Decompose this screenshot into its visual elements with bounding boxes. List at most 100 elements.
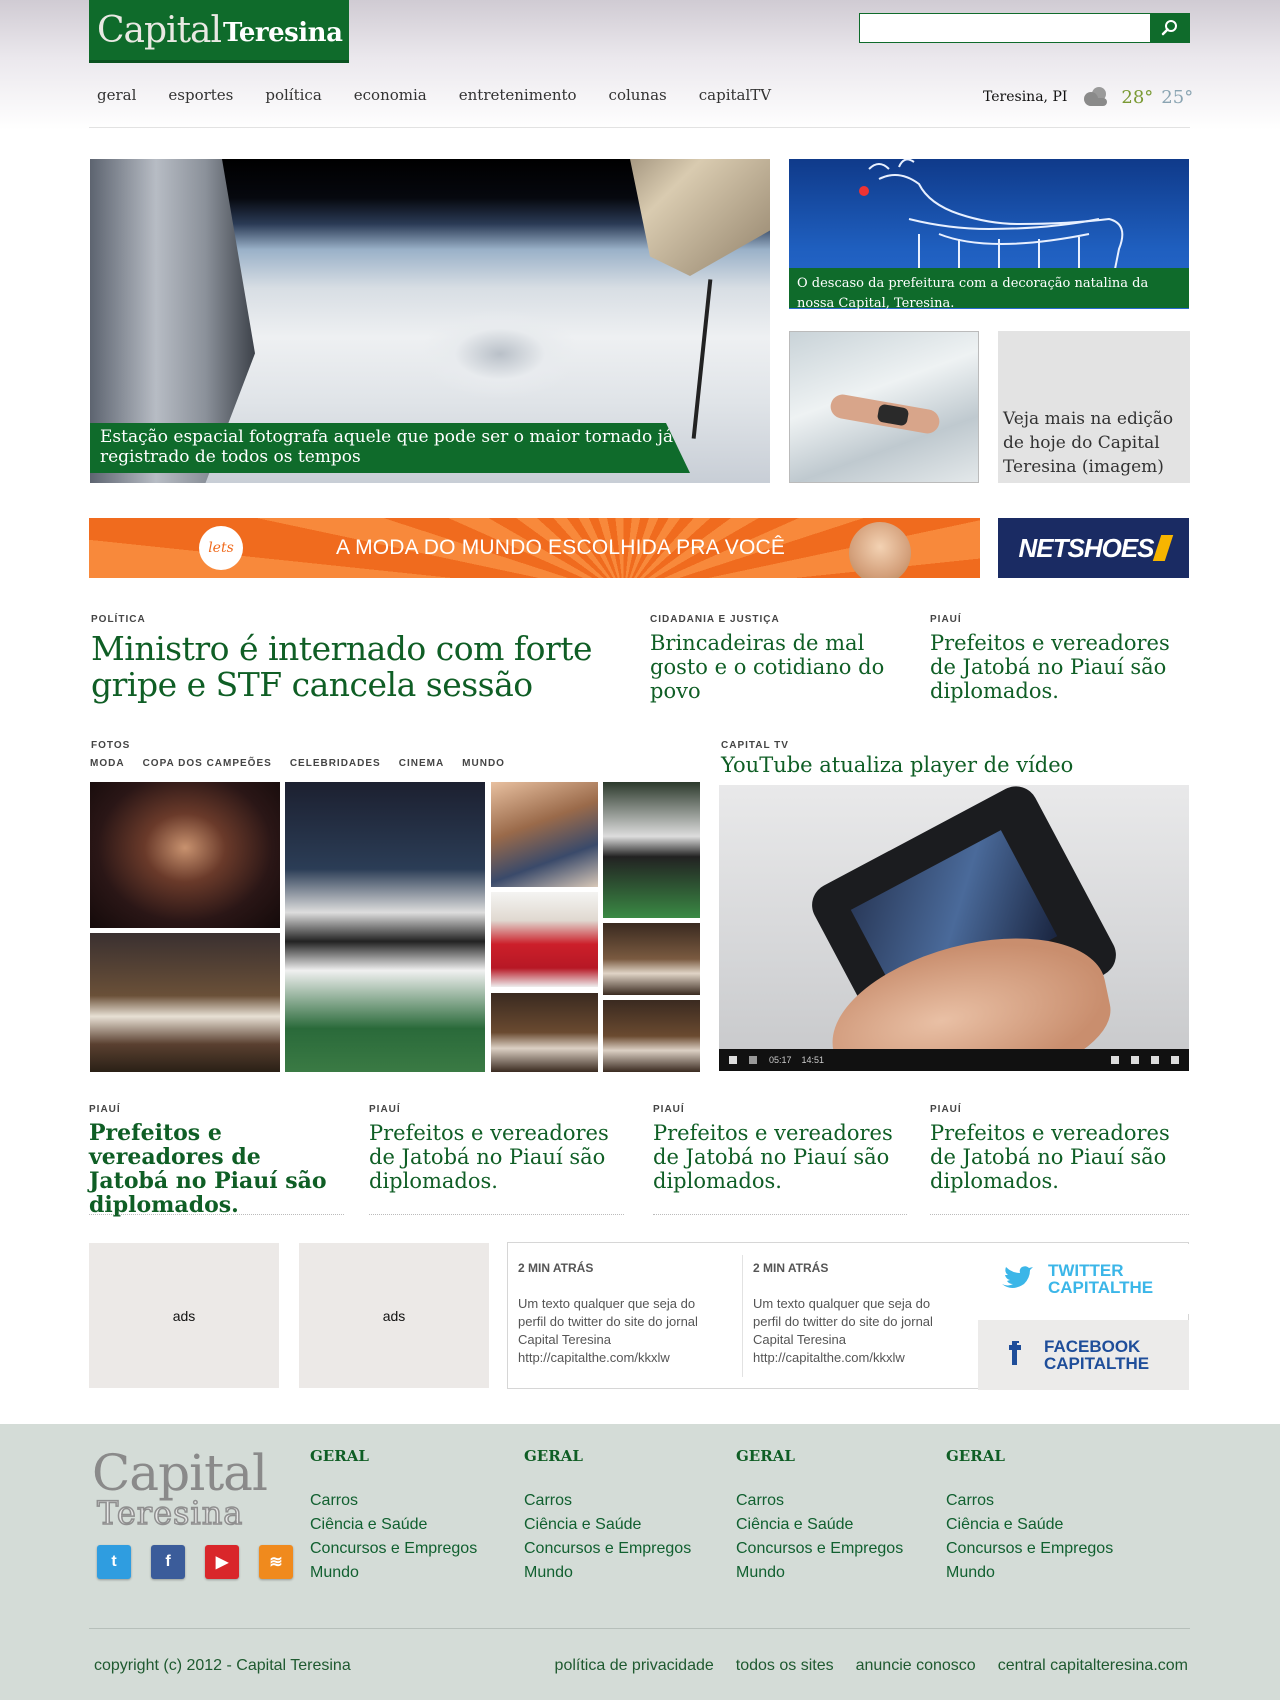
- headline-third[interactable]: PIAUÍ Prefeitos e vereadores de Jatobá n…: [930, 614, 1190, 703]
- footer-link[interactable]: Mundo: [946, 1561, 1113, 1585]
- tab-copa-dos-campeoes[interactable]: COPA DOS CAMPEÕES: [143, 758, 272, 769]
- side-image-ice[interactable]: [789, 331, 979, 483]
- video-controls: 05:17 14:51: [719, 1049, 1189, 1071]
- footer-link[interactable]: Concursos e Empregos: [946, 1537, 1113, 1561]
- site-logo[interactable]: Capital Teresina: [89, 0, 349, 63]
- photo-thumbnail[interactable]: [90, 933, 280, 1072]
- nav-colunas[interactable]: colunas: [609, 86, 667, 104]
- link-advertise[interactable]: anuncie conosco: [856, 1657, 976, 1675]
- main-nav: geral esportes política economia entrete…: [97, 86, 803, 104]
- footer-link[interactable]: Ciência e Saúde: [524, 1513, 691, 1537]
- photo-thumbnail[interactable]: [285, 782, 485, 1072]
- footer-link[interactable]: Ciência e Saúde: [310, 1513, 477, 1537]
- footer-link[interactable]: Ciência e Saúde: [946, 1513, 1113, 1537]
- tweet[interactable]: 2 MIN ATRÁS Um texto qualquer que seja d…: [753, 1261, 953, 1367]
- nav-politica[interactable]: política: [265, 86, 321, 104]
- news-title[interactable]: Prefeitos e vereadores de Jatobá no Piau…: [89, 1121, 344, 1217]
- ad-slot[interactable]: ads: [299, 1243, 489, 1388]
- twitter-icon[interactable]: t: [97, 1545, 131, 1579]
- photo-thumbnail[interactable]: [90, 782, 280, 928]
- news-item[interactable]: PIAUÍ Prefeitos e vereadores de Jatobá n…: [89, 1104, 344, 1217]
- news-item[interactable]: PIAUÍ Prefeitos e vereadores de Jatobá n…: [369, 1104, 624, 1215]
- hero-caption[interactable]: Estação espacial fotografa aquele que po…: [90, 423, 690, 473]
- photo-thumbnail[interactable]: [491, 993, 598, 1072]
- news-kicker: PIAUÍ: [930, 1104, 962, 1115]
- rss-icon[interactable]: ≋: [259, 1545, 293, 1579]
- news-title[interactable]: Prefeitos e vereadores de Jatobá no Piau…: [653, 1121, 907, 1193]
- photo-thumbnail[interactable]: [491, 782, 598, 887]
- news-item[interactable]: PIAUÍ Prefeitos e vereadores de Jatobá n…: [930, 1104, 1189, 1215]
- tab-moda[interactable]: MODA: [90, 758, 125, 769]
- twitter-follow-button[interactable]: TWITTER CAPITALTHE: [978, 1244, 1189, 1314]
- photo-thumbnail[interactable]: [603, 1000, 700, 1072]
- footer-link[interactable]: Mundo: [310, 1561, 477, 1585]
- link-all-sites[interactable]: todos os sites: [736, 1657, 834, 1675]
- tweet-text: Um texto qualquer que seja do perfil do …: [753, 1296, 933, 1365]
- footer-link[interactable]: Ciência e Saúde: [736, 1513, 903, 1537]
- facebook-icon[interactable]: f: [151, 1545, 185, 1579]
- footer-link[interactable]: Carros: [946, 1489, 1113, 1513]
- link-privacy[interactable]: política de privacidade: [555, 1657, 714, 1675]
- footer-link[interactable]: Concursos e Empregos: [310, 1537, 477, 1561]
- news-item[interactable]: PIAUÍ Prefeitos e vereadores de Jatobá n…: [653, 1104, 907, 1215]
- tab-cinema[interactable]: CINEMA: [399, 758, 444, 769]
- captions-icon[interactable]: [1111, 1056, 1119, 1064]
- logo-capital: Capital: [97, 9, 222, 51]
- volume-icon[interactable]: [749, 1056, 757, 1064]
- headline-title[interactable]: Ministro é internado com forte gripe e S…: [91, 631, 631, 703]
- facebook-follow-button[interactable]: FACEBOOK CAPITALTHE: [978, 1320, 1189, 1390]
- fullscreen-icon[interactable]: [1171, 1056, 1179, 1064]
- theater-icon[interactable]: [1151, 1056, 1159, 1064]
- photo-thumbnail[interactable]: [603, 782, 700, 918]
- footer-logo-teresina[interactable]: Teresina: [96, 1493, 243, 1533]
- link-central[interactable]: central capitalteresina.com: [998, 1657, 1188, 1675]
- search-button[interactable]: [1150, 14, 1189, 42]
- photo-thumbnail[interactable]: [491, 892, 598, 987]
- footer-social-icons: t f ▶ ≋: [97, 1545, 313, 1579]
- fotos-kicker: FOTOS: [91, 740, 131, 751]
- headline-main[interactable]: POLÍTICA Ministro é internado com forte …: [91, 614, 631, 703]
- weather-temp-max: 28°: [1121, 86, 1154, 108]
- settings-icon[interactable]: [1131, 1056, 1139, 1064]
- headline-second[interactable]: CIDADANIA E JUSTIÇA Brincadeiras de mal …: [650, 614, 910, 703]
- footer-link[interactable]: Concursos e Empregos: [736, 1537, 903, 1561]
- footer-column-heading: GERAL: [946, 1447, 1005, 1465]
- footer-link[interactable]: Carros: [524, 1489, 691, 1513]
- nav-economia[interactable]: economia: [354, 86, 427, 104]
- nav-capitaltv[interactable]: capitalTV: [699, 86, 771, 104]
- tweet[interactable]: 2 MIN ATRÁS Um texto qualquer que seja d…: [518, 1261, 718, 1367]
- banner-ad-lets[interactable]: lets A MODA DO MUNDO ESCOLHIDA PRA VOCÊ: [89, 518, 980, 578]
- nav-entretenimento[interactable]: entretenimento: [459, 86, 577, 104]
- edition-promo-text: Veja mais na edição de hoje do Capital T…: [1003, 409, 1174, 477]
- footer-link[interactable]: Mundo: [524, 1561, 691, 1585]
- headline-title[interactable]: Brincadeiras de mal gosto e o cotidiano …: [650, 631, 910, 703]
- logo-teresina: Teresina: [223, 18, 343, 48]
- tab-celebridades[interactable]: CELEBRIDADES: [290, 758, 381, 769]
- side-caption[interactable]: O descaso da prefeitura com a decoração …: [789, 268, 1189, 311]
- weather-widget: Teresina, PI 28° 25°: [983, 84, 1193, 110]
- ad-slot[interactable]: ads: [89, 1243, 279, 1388]
- weather-temp-min: 25°: [1161, 86, 1194, 108]
- nav-geral[interactable]: geral: [97, 86, 136, 104]
- capital-tv-title[interactable]: YouTube atualiza player de vídeo: [721, 753, 1073, 777]
- headline-kicker: PIAUÍ: [930, 614, 962, 625]
- footer-link[interactable]: Carros: [736, 1489, 903, 1513]
- search-input[interactable]: [860, 14, 1150, 42]
- news-title[interactable]: Prefeitos e vereadores de Jatobá no Piau…: [930, 1121, 1189, 1193]
- photo-thumbnail[interactable]: [603, 923, 700, 995]
- edition-promo[interactable]: Veja mais na edição de hoje do Capital T…: [998, 331, 1190, 483]
- news-title[interactable]: Prefeitos e vereadores de Jatobá no Piau…: [369, 1121, 624, 1193]
- play-pause-icon[interactable]: [729, 1056, 737, 1064]
- footer-link[interactable]: Carros: [310, 1489, 477, 1513]
- tweet-time: 2 MIN ATRÁS: [753, 1261, 829, 1275]
- video-player[interactable]: [719, 785, 1189, 1071]
- banner-model-image: [849, 522, 911, 578]
- footer-link[interactable]: Mundo: [736, 1561, 903, 1585]
- headline-title[interactable]: Prefeitos e vereadores de Jatobá no Piau…: [930, 631, 1190, 703]
- nav-esportes[interactable]: esportes: [168, 86, 233, 104]
- footer-link[interactable]: Concursos e Empregos: [524, 1537, 691, 1561]
- tab-mundo[interactable]: MUNDO: [462, 758, 505, 769]
- banner-ad-netshoes[interactable]: NETSHOES: [998, 518, 1189, 578]
- footer-divider: [89, 1628, 1190, 1629]
- youtube-icon[interactable]: ▶: [205, 1545, 239, 1579]
